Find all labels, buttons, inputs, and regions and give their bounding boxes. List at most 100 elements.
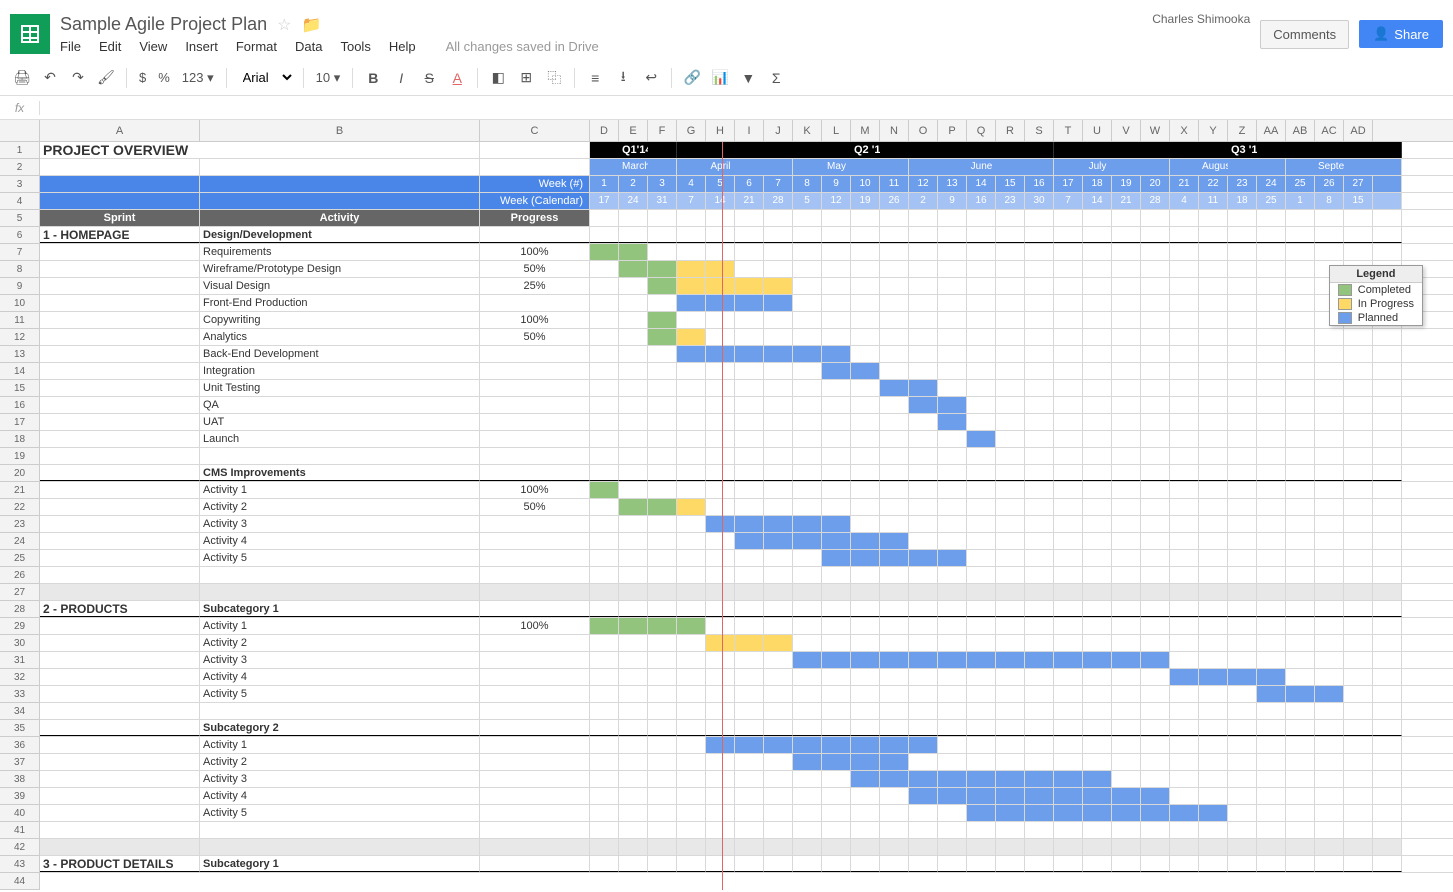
sheets-logo[interactable] — [10, 14, 50, 54]
cell[interactable] — [1257, 499, 1286, 515]
cell[interactable] — [1083, 618, 1112, 634]
cell[interactable] — [967, 618, 996, 634]
cell[interactable] — [909, 720, 938, 736]
cell[interactable] — [1170, 312, 1199, 328]
cell[interactable] — [648, 329, 677, 345]
cell[interactable] — [1083, 210, 1112, 226]
cell[interactable] — [1344, 669, 1373, 685]
star-icon[interactable]: ☆ — [277, 15, 291, 35]
cell[interactable] — [648, 261, 677, 277]
cell[interactable] — [1315, 754, 1344, 770]
cell[interactable] — [480, 584, 590, 600]
cell[interactable] — [619, 448, 648, 464]
cell[interactable] — [1344, 363, 1373, 379]
cell[interactable] — [793, 244, 822, 260]
cell[interactable] — [1257, 295, 1286, 311]
cell[interactable] — [40, 720, 200, 736]
cell[interactable] — [1112, 431, 1141, 447]
cell[interactable] — [822, 329, 851, 345]
cell[interactable] — [590, 448, 619, 464]
cell[interactable] — [590, 142, 619, 158]
cell[interactable] — [1344, 159, 1373, 175]
cell[interactable]: 26 — [1315, 176, 1344, 192]
cell[interactable] — [967, 601, 996, 617]
cell[interactable] — [1373, 720, 1402, 736]
cell[interactable]: 28 — [1141, 193, 1170, 209]
cell[interactable] — [619, 227, 648, 243]
cell[interactable] — [1199, 380, 1228, 396]
cell[interactable] — [1286, 516, 1315, 532]
cell[interactable] — [822, 856, 851, 872]
cell[interactable] — [1344, 856, 1373, 872]
cell[interactable]: Septemb — [1315, 159, 1344, 175]
cell[interactable] — [648, 278, 677, 294]
cell[interactable] — [1257, 329, 1286, 345]
cell[interactable] — [909, 856, 938, 872]
cell[interactable] — [1170, 295, 1199, 311]
cell[interactable] — [1199, 295, 1228, 311]
cell[interactable] — [648, 822, 677, 838]
cell[interactable] — [40, 329, 200, 345]
cell[interactable] — [880, 278, 909, 294]
cell[interactable] — [200, 193, 480, 209]
cell[interactable] — [590, 771, 619, 787]
cell[interactable] — [793, 567, 822, 583]
cell[interactable] — [590, 244, 619, 260]
cell[interactable] — [1344, 720, 1373, 736]
cell[interactable] — [480, 652, 590, 668]
cell[interactable] — [880, 380, 909, 396]
cell[interactable] — [1054, 210, 1083, 226]
cell[interactable] — [1286, 227, 1315, 243]
cell[interactable] — [1054, 312, 1083, 328]
cell[interactable] — [1199, 312, 1228, 328]
cell[interactable]: 12 — [909, 176, 938, 192]
cell[interactable] — [706, 839, 735, 855]
col-header[interactable]: H — [706, 120, 735, 141]
cell[interactable] — [1199, 448, 1228, 464]
cell[interactable] — [619, 482, 648, 498]
menu-file[interactable]: File — [60, 39, 81, 54]
cell[interactable] — [851, 278, 880, 294]
cell[interactable] — [1170, 210, 1199, 226]
cell[interactable] — [1228, 295, 1257, 311]
cell[interactable] — [735, 210, 764, 226]
cell[interactable] — [1257, 788, 1286, 804]
cell[interactable] — [706, 465, 735, 481]
cell[interactable] — [648, 210, 677, 226]
cell[interactable] — [793, 737, 822, 753]
cell[interactable] — [1141, 465, 1170, 481]
cell[interactable] — [1286, 414, 1315, 430]
cell[interactable] — [1141, 159, 1170, 175]
cell[interactable] — [1286, 482, 1315, 498]
cell[interactable] — [967, 210, 996, 226]
cell[interactable]: 11 — [1199, 193, 1228, 209]
menu-tools[interactable]: Tools — [340, 39, 370, 54]
cell[interactable] — [851, 516, 880, 532]
cell[interactable] — [1344, 516, 1373, 532]
cell[interactable] — [851, 482, 880, 498]
cell[interactable] — [793, 720, 822, 736]
cell[interactable] — [764, 856, 793, 872]
cell[interactable] — [1315, 516, 1344, 532]
cell[interactable] — [1170, 584, 1199, 600]
cell[interactable] — [822, 669, 851, 685]
cell[interactable]: 30 — [1025, 193, 1054, 209]
cell[interactable]: 11 — [880, 176, 909, 192]
cell[interactable] — [677, 278, 706, 294]
cell[interactable] — [880, 771, 909, 787]
cell[interactable] — [880, 244, 909, 260]
cell[interactable] — [1228, 788, 1257, 804]
cell[interactable] — [648, 142, 677, 158]
cell[interactable] — [648, 465, 677, 481]
cell[interactable] — [677, 499, 706, 515]
cell[interactable] — [1373, 839, 1402, 855]
cell[interactable] — [619, 618, 648, 634]
cell[interactable]: 23 — [996, 193, 1025, 209]
cell[interactable] — [590, 567, 619, 583]
cell[interactable] — [1373, 669, 1402, 685]
cell[interactable] — [677, 618, 706, 634]
col-header[interactable]: Q — [967, 120, 996, 141]
cell[interactable] — [735, 278, 764, 294]
cell[interactable] — [619, 805, 648, 821]
cell[interactable] — [590, 346, 619, 362]
